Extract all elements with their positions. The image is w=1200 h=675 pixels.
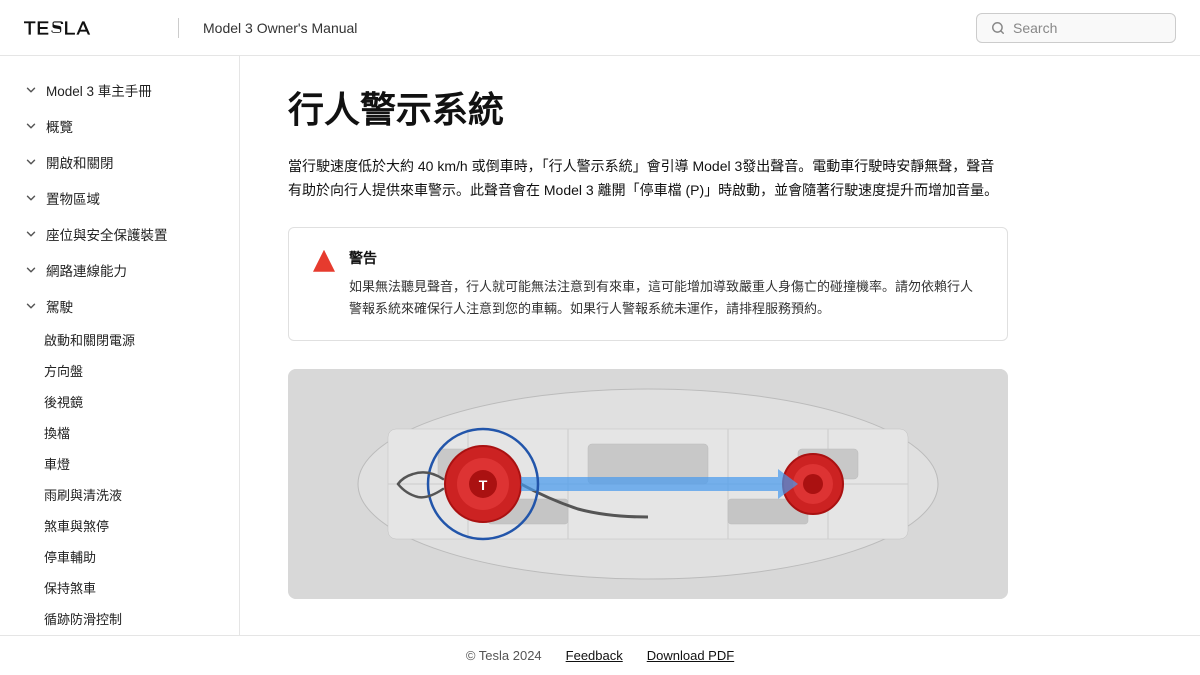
- sidebar-item-open-close[interactable]: 開啟和關閉: [0, 144, 239, 180]
- warning-icon-area: [313, 250, 335, 272]
- logo-area: Model 3 Owner's Manual: [24, 18, 357, 38]
- sidebar-label: 概覽: [46, 116, 73, 136]
- header: Model 3 Owner's Manual Search: [0, 0, 1200, 56]
- sidebar-label: 駕駛: [46, 296, 73, 316]
- chevron-down-icon: [24, 155, 38, 169]
- feedback-link[interactable]: Feedback: [566, 648, 623, 663]
- chevron-down-icon: [24, 83, 38, 97]
- chevron-down-icon: [24, 299, 38, 313]
- intro-text: 當行駛速度低於大約 40 km/h 或倒車時，「行人警示系統」會引導 Model…: [288, 155, 1008, 203]
- warning-text: 如果無法聽見聲音，行人就可能無法注意到有來車，這可能增加導致嚴重人身傷亡的碰撞機…: [349, 276, 983, 320]
- sidebar-sub-steering[interactable]: 方向盤: [0, 355, 239, 386]
- sidebar-sub-traction[interactable]: 循跡防滑控制: [0, 603, 239, 634]
- search-icon: [991, 21, 1005, 35]
- warning-triangle-icon: [313, 250, 335, 272]
- search-placeholder: Search: [1013, 20, 1057, 36]
- sidebar-sub-power[interactable]: 啟動和關閉電源: [0, 324, 239, 355]
- chevron-down-icon: [24, 227, 38, 241]
- warning-box: 警告 如果無法聽見聲音，行人就可能無法注意到有來車，這可能增加導致嚴重人身傷亡的…: [288, 227, 1008, 341]
- warning-title: 警告: [349, 248, 983, 268]
- download-pdf-link[interactable]: Download PDF: [647, 648, 734, 663]
- warning-content: 警告 如果無法聽見聲音，行人就可能無法注意到有來車，這可能增加導致嚴重人身傷亡的…: [349, 248, 983, 320]
- sidebar-label: Model 3 車主手冊: [46, 80, 152, 100]
- tesla-logo: [24, 18, 154, 38]
- pedestrian-alert-diagram: T: [288, 369, 1008, 599]
- sidebar-label: 開啟和關閉: [46, 152, 114, 172]
- sidebar-sub-lights[interactable]: 車燈: [0, 448, 239, 479]
- main-content: 行人警示系統 當行駛速度低於大約 40 km/h 或倒車時，「行人警示系統」會引…: [240, 56, 1200, 635]
- sidebar-sub-mirrors[interactable]: 後視鏡: [0, 386, 239, 417]
- sidebar-label: 置物區域: [46, 188, 100, 208]
- footer-copyright: © Tesla 2024: [466, 648, 542, 663]
- sidebar-label: 座位與安全保護裝置: [46, 224, 168, 244]
- sidebar-item-storage[interactable]: 置物區域: [0, 180, 239, 216]
- header-divider: [178, 18, 179, 38]
- sidebar-label: 網路連線能力: [46, 260, 127, 280]
- sidebar-item-model3[interactable]: Model 3 車主手冊: [0, 72, 239, 108]
- page-title: 行人警示系統: [288, 88, 1152, 131]
- sidebar-item-driving[interactable]: 駕駛: [0, 288, 239, 324]
- diagram-container: T: [288, 369, 1008, 599]
- sidebar-sub-wipers[interactable]: 雨刷與清洗液: [0, 479, 239, 510]
- manual-title: Model 3 Owner's Manual: [203, 20, 357, 36]
- sidebar-item-seats[interactable]: 座位與安全保護裝置: [0, 216, 239, 252]
- sidebar-item-connectivity[interactable]: 網路連線能力: [0, 252, 239, 288]
- sidebar-sub-brakes[interactable]: 煞車與煞停: [0, 510, 239, 541]
- sidebar: Model 3 車主手冊 概覽 開啟和關閉 置物區域 座位與安全保護裝置 網路連…: [0, 56, 240, 635]
- chevron-down-icon: [24, 119, 38, 133]
- chevron-down-icon: [24, 191, 38, 205]
- body-layout: Model 3 車主手冊 概覽 開啟和關閉 置物區域 座位與安全保護裝置 網路連…: [0, 56, 1200, 635]
- footer: © Tesla 2024 Feedback Download PDF: [0, 635, 1200, 675]
- sidebar-sub-hold-brake[interactable]: 保持煞車: [0, 572, 239, 603]
- chevron-down-icon: [24, 263, 38, 277]
- sidebar-sub-gear[interactable]: 換檔: [0, 417, 239, 448]
- search-box[interactable]: Search: [976, 13, 1176, 43]
- svg-text:T: T: [479, 477, 488, 493]
- sidebar-item-overview[interactable]: 概覽: [0, 108, 239, 144]
- tesla-wordmark: [24, 18, 154, 38]
- sidebar-sub-parking-assist[interactable]: 停車輔助: [0, 541, 239, 572]
